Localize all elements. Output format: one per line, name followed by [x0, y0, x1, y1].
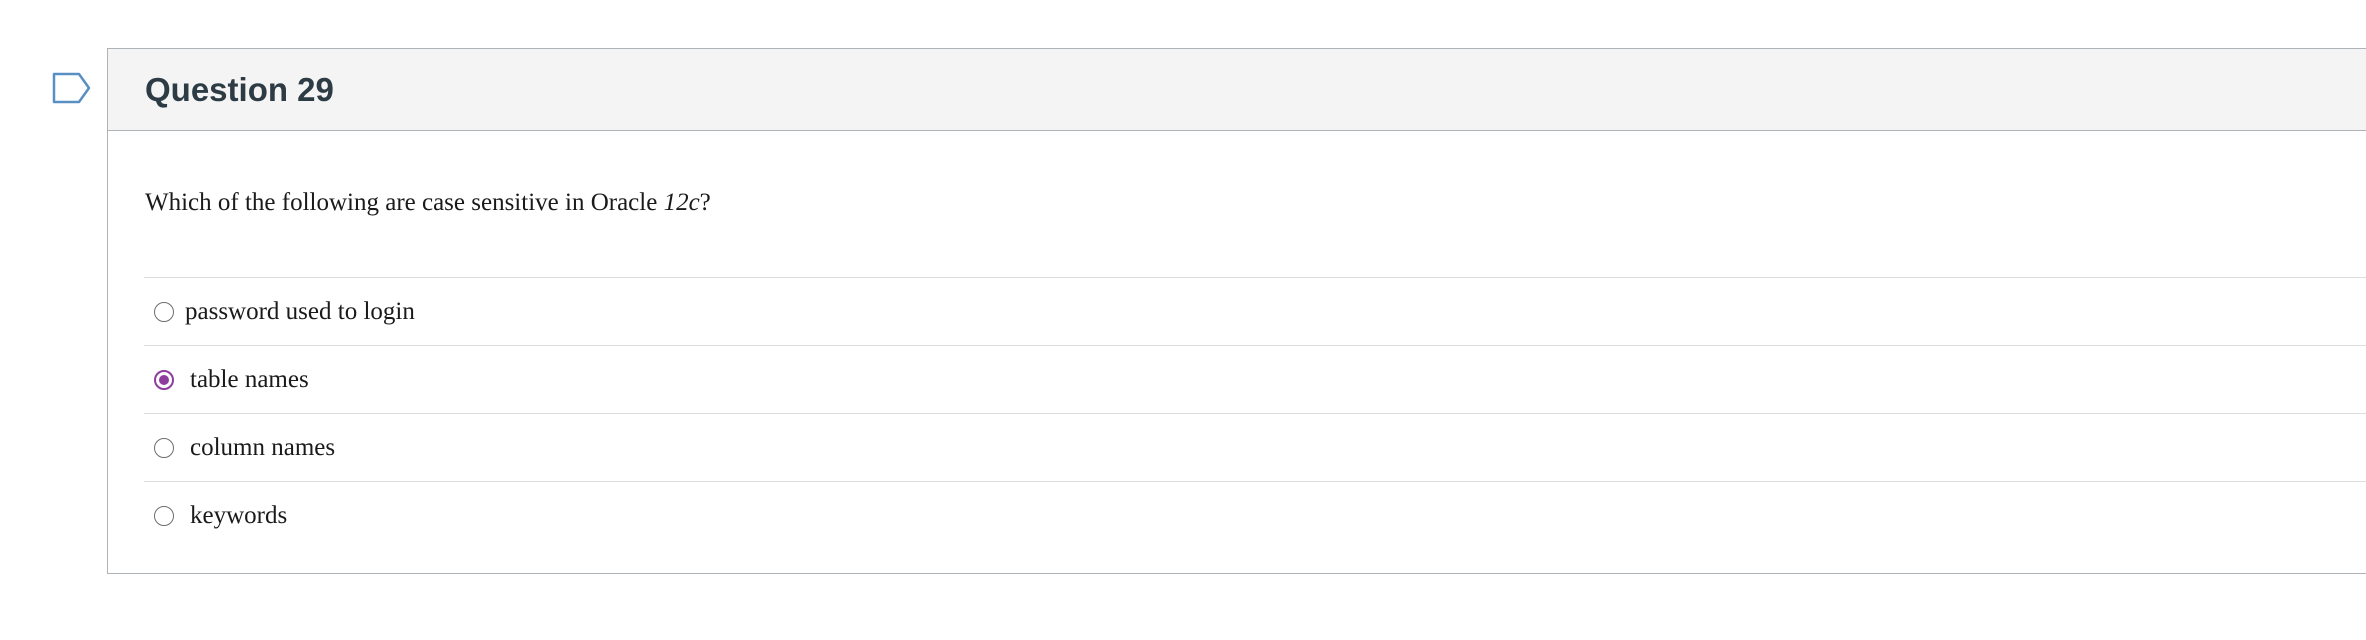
radio-button[interactable]	[154, 506, 174, 526]
answer-label: column names	[190, 433, 336, 461]
question-text-end: ?	[699, 189, 711, 216]
answer-label: password used to login	[185, 297, 415, 325]
question-text-main: Which of the following are case sensitiv…	[145, 189, 664, 216]
radio-button[interactable]	[154, 437, 174, 458]
question-text: Which of the following are case sensitiv…	[145, 131, 2366, 251]
question-text-version: 12c	[663, 189, 700, 216]
answer-option[interactable]: column names	[144, 414, 2366, 482]
answer-option[interactable]: password used to login	[144, 278, 2366, 346]
radio-button-selected[interactable]	[154, 369, 174, 390]
question-title: Question 29	[145, 70, 334, 108]
answer-option[interactable]: keywords	[144, 482, 2366, 550]
answer-label: keywords	[190, 502, 288, 529]
flag-question-icon[interactable]	[52, 72, 92, 104]
answer-list: password used to login table names colum…	[144, 277, 2366, 550]
question-header: Question 29	[108, 49, 2366, 131]
answer-label: table names	[190, 365, 309, 393]
radio-button[interactable]	[154, 301, 174, 322]
answer-option[interactable]: table names	[144, 346, 2366, 414]
question-card: Question 29 Which of the following are c…	[107, 48, 2366, 574]
question-body: Which of the following are case sensitiv…	[108, 131, 2366, 550]
